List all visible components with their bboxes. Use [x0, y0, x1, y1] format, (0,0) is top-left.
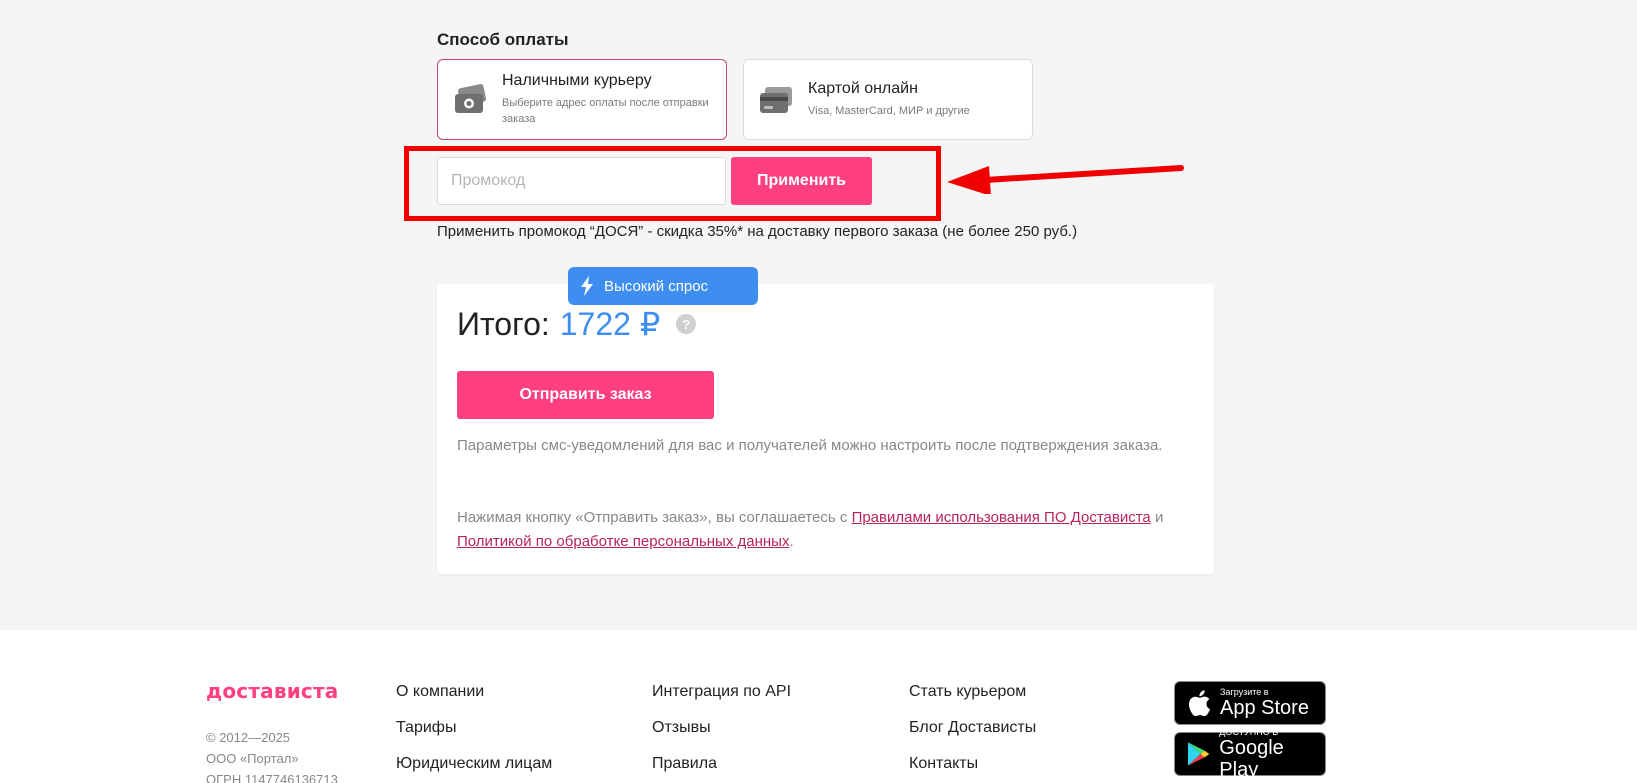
footer-legal: © 2012—2025 ООО «Портал» ОГРН 1147746136…: [206, 727, 338, 783]
order-total: Итого: 1722 ₽ ?: [457, 305, 697, 343]
high-demand-badge: Высокий спрос: [568, 267, 758, 305]
help-icon[interactable]: ?: [676, 314, 697, 334]
google-play-icon: [1187, 742, 1210, 766]
footer-link-about[interactable]: О компании: [396, 683, 484, 701]
app-store-badge[interactable]: Загрузите в App Store: [1174, 681, 1326, 725]
submit-order-button[interactable]: Отправить заказ: [457, 371, 714, 419]
footer-link-blog[interactable]: Блог Достависты: [909, 719, 1036, 737]
agree-prefix: Нажимая кнопку «Отправить заказ», вы сог…: [457, 509, 852, 526]
total-amount: 1722 ₽: [559, 306, 661, 342]
footer-link-tariffs[interactable]: Тарифы: [396, 719, 456, 737]
app-store-big: App Store: [1220, 697, 1309, 719]
footer-link-api[interactable]: Интеграция по API: [652, 683, 791, 701]
lightning-icon: [581, 276, 593, 296]
google-play-small: ДОСТУПНО В: [1219, 727, 1279, 737]
cash-icon: [455, 83, 487, 113]
agree-mid: и: [1150, 509, 1164, 526]
high-demand-label: Высокий спрос: [604, 277, 709, 295]
privacy-policy-link[interactable]: Политикой по обработке персональных данн…: [457, 533, 789, 550]
footer-link-business[interactable]: Юридическим лицам: [396, 755, 552, 773]
promo-hint-text: Применить промокод “ДОСЯ” - скидка 35%* …: [437, 223, 1078, 240]
google-play-badge[interactable]: ДОСТУПНО В Google Play: [1174, 727, 1326, 781]
footer-link-reviews[interactable]: Отзывы: [652, 719, 711, 737]
terms-agreement-note: Нажимая кнопку «Отправить заказ», вы сог…: [457, 506, 1177, 554]
annotation-highlight-box: [404, 146, 941, 221]
annotation-arrow-icon: [947, 165, 1184, 194]
apple-icon: [1189, 690, 1211, 717]
payment-option-cash[interactable]: Наличными курьеру Выберите адрес оплаты …: [437, 59, 727, 140]
google-play-big: Google Play: [1219, 737, 1284, 781]
payment-option-sub: Выберите адрес оплаты после отправки зак…: [502, 97, 709, 125]
total-label: Итого:: [457, 305, 550, 342]
payment-option-label: Наличными курьеру: [502, 72, 652, 89]
payment-option-card[interactable]: Картой онлайн Visa, MasterCard, МИР и др…: [743, 59, 1033, 140]
agree-suffix: .: [789, 533, 794, 550]
legal-line: ОГРН 1147746136713: [206, 772, 338, 783]
sms-settings-note: Параметры смс-уведомлений для вас и полу…: [457, 437, 1163, 454]
legal-line: © 2012—2025: [206, 730, 291, 745]
payment-option-label: Картой онлайн: [808, 80, 918, 97]
payment-option-sub: Visa, MasterCard, МИР и другие: [808, 105, 970, 117]
terms-of-use-link[interactable]: Правилами использования ПО Достависта: [852, 509, 1151, 526]
footer-link-contacts[interactable]: Контакты: [909, 755, 978, 773]
footer-link-become-courier[interactable]: Стать курьером: [909, 683, 1026, 701]
footer-logo[interactable]: достависта: [206, 679, 338, 703]
app-store-small: Загрузите в: [1220, 687, 1269, 697]
credit-card-icon: [760, 86, 792, 113]
payment-method-title: Способ оплаты: [437, 30, 569, 49]
footer-link-rules[interactable]: Правила: [652, 755, 717, 773]
legal-line: ООО «Портал»: [206, 751, 299, 766]
